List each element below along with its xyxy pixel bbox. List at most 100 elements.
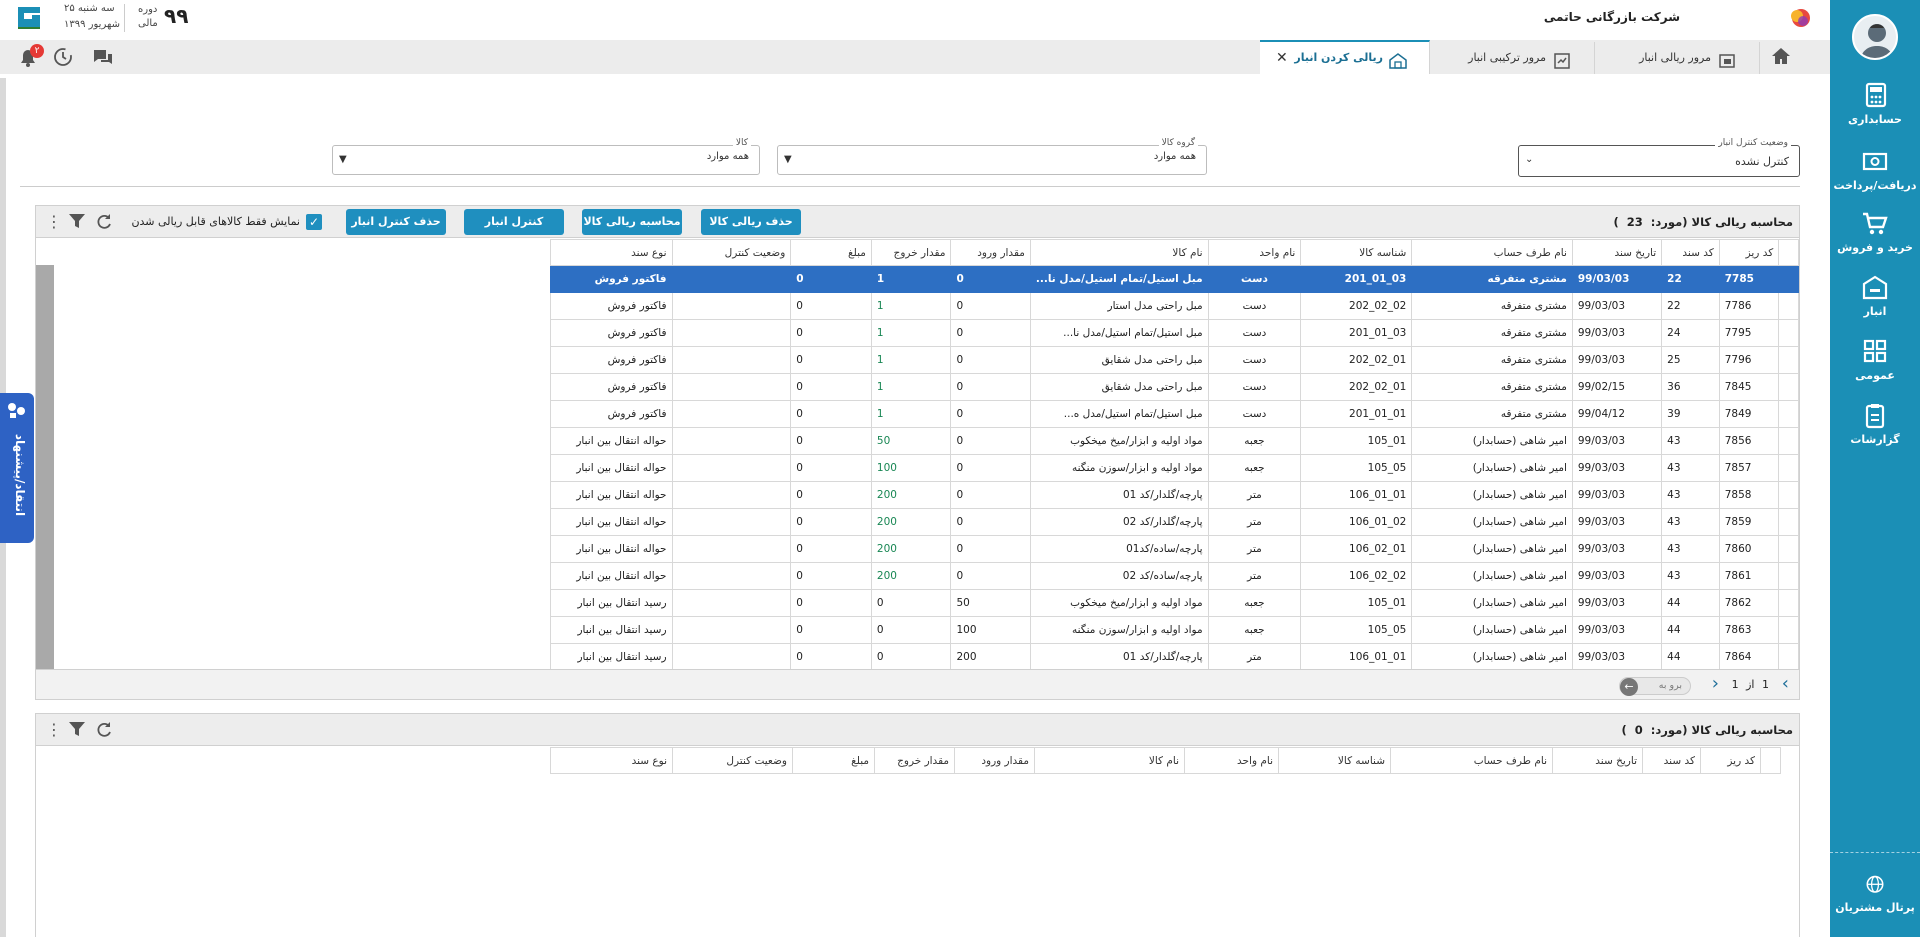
table-row[interactable]: 7863 44 99/03/03 امیر شاهی (حسابدار) 05_105 ج… (550, 616, 1799, 644)
sidebar-item-sales[interactable]: خرید و فروش (1830, 210, 1920, 254)
feedback-tab[interactable]: انتقاد/پیشنهاد (0, 393, 34, 543)
table-cell: متر (1207, 562, 1302, 590)
table-cell: 1 (870, 373, 952, 401)
period-weekday: سه شنبه ۲۵ (64, 3, 115, 14)
table-cell: دست (1207, 265, 1302, 293)
col-header[interactable]: کد سند (1661, 239, 1720, 266)
table-cell: پارچه/گلدار/کد 01 (1029, 481, 1209, 509)
col-header[interactable]: نوع سند (550, 747, 673, 774)
col-header[interactable]: نام واحد (1207, 239, 1302, 266)
sidebar-item-payments[interactable]: دریافت/پرداخت (1830, 148, 1920, 192)
col-header[interactable]: نام واحد (1184, 747, 1279, 774)
col-header[interactable]: کد ریز (1718, 239, 1780, 266)
control-status-select[interactable]: وضعیت کنترل انبار کنترل نشده ⌄ (1518, 138, 1800, 177)
table-header-row: کد ریز کد سند تاریخ سند نام طرف حساب شنا… (550, 239, 1799, 266)
more-vertical-icon[interactable]: ⋮ (44, 720, 64, 740)
sidebar-item-warehouse[interactable]: انبار (1830, 274, 1920, 318)
sidebar-item-accounting[interactable]: حسابداری (1830, 82, 1920, 126)
table-row[interactable]: 7845 36 99/02/15 مشتری متفرقه 01_02_202 دست مب… (550, 373, 1799, 401)
panel-toolbar: محاسبه ریالی کالا (مورد: 0 ) ⋮ (36, 714, 1799, 746)
item-group-select[interactable]: گروه کالا همه موارد ▼ (777, 138, 1207, 175)
delete-control-button[interactable]: حذف کنترل انبار (346, 209, 446, 235)
sidebar-item-reports[interactable]: گزارشات (1830, 402, 1920, 446)
tab-rial-review[interactable]: مرور ریالی انبار (1595, 42, 1760, 74)
col-header[interactable]: وضعیت کنترل (671, 239, 792, 266)
cart-icon (1863, 212, 1888, 235)
more-vertical-icon[interactable]: ⋮ (44, 212, 64, 232)
row-gutter (1778, 319, 1799, 347)
table-row[interactable]: 7859 43 99/03/03 امیر شاهی (حسابدار) 02_01_1… (550, 508, 1799, 536)
col-header[interactable]: نام کالا (1034, 747, 1185, 774)
grid-scrollbar[interactable] (36, 265, 54, 669)
table-row[interactable]: 7861 43 99/03/03 امیر شاهی (حسابدار) 02_02_1… (550, 562, 1799, 590)
prev-page-icon[interactable]: › (1712, 673, 1719, 694)
col-header[interactable]: شناسه کالا (1300, 239, 1413, 266)
col-header[interactable]: نوع سند (550, 239, 673, 266)
col-header[interactable]: مقدار خروج (870, 239, 952, 266)
col-header[interactable]: نام طرف حساب (1411, 239, 1573, 266)
table-cell: امیر شاهی (حسابدار) (1411, 535, 1573, 563)
panel-count: 23 (1626, 215, 1643, 229)
checkbox-label: نمایش فقط کالاهای قابل ریالی شدن (131, 215, 300, 228)
table-row[interactable]: 7849 39 99/04/12 مشتری متفرقه 01_01_201 دست مب… (550, 400, 1799, 428)
refresh-icon[interactable] (94, 212, 114, 232)
item-select[interactable]: کالا همه موارد ▼ (332, 138, 760, 175)
home-icon[interactable] (1770, 46, 1798, 70)
calc-rial-button[interactable]: محاسبه ریالی کالا (582, 209, 682, 235)
period-year[interactable]: ۹۹ (164, 4, 188, 28)
chat-icon[interactable] (92, 48, 114, 68)
arrow-left-icon[interactable]: ← (1620, 678, 1638, 696)
table-cell: حواله انتقال بین انبار (550, 427, 673, 455)
table-row[interactable]: 7862 44 99/03/03 امیر شاهی (حسابدار) 01_105 ج… (550, 589, 1799, 617)
table-cell (671, 616, 792, 644)
refresh-icon[interactable] (94, 720, 114, 740)
col-header[interactable]: کد سند (1642, 747, 1701, 774)
table-cell: 05_105 (1300, 454, 1413, 482)
table-row[interactable]: 7796 25 99/03/03 مشتری متفرقه 01_02_202 دست مب… (550, 346, 1799, 374)
table-cell: متر (1207, 535, 1302, 563)
table-row[interactable]: 7856 43 99/03/03 امیر شاهی (حسابدار) 01_105 ج… (550, 427, 1799, 455)
next-page-icon[interactable]: ‹ (1782, 673, 1789, 694)
sidebar-item-general[interactable]: عمومی (1830, 338, 1920, 382)
table-row[interactable]: 7795 24 99/03/03 مشتری متفرقه 03_01_201 دست مب… (550, 319, 1799, 347)
tab-rial-warehouse[interactable]: ریالی کردن انبار ✕ (1260, 40, 1430, 74)
table-row[interactable]: 7786 22 99/03/03 مشتری متفرقه 02_02_202 دست مب… (550, 292, 1799, 320)
row-gutter (1778, 346, 1799, 374)
warehouse-control-button[interactable]: کنترل انبار (464, 209, 564, 235)
filter-icon[interactable] (68, 720, 88, 740)
table-cell (671, 265, 792, 293)
col-header[interactable]: مبلغ (792, 747, 875, 774)
col-header[interactable]: مقدار خروج (874, 747, 955, 774)
filter-icon[interactable] (68, 212, 88, 232)
table-cell: 7796 (1718, 346, 1780, 374)
table-cell: 0 (790, 292, 872, 320)
col-header[interactable]: شناسه کالا (1278, 747, 1391, 774)
sidebar-item-portal[interactable]: پرتال مشتریان (1830, 874, 1920, 914)
table-row[interactable]: 7785 22 99/03/03 مشتری متفرقه 03_01_201 دست مب… (550, 265, 1799, 293)
history-icon[interactable] (52, 46, 74, 68)
close-icon[interactable]: ✕ (1276, 42, 1288, 74)
col-header[interactable]: کد ریز (1700, 747, 1761, 774)
col-header[interactable]: مبلغ (790, 239, 872, 266)
delete-rial-button[interactable]: حذف ریالی کالا (701, 209, 801, 235)
table-cell: 7858 (1718, 481, 1780, 509)
rialable-only-checkbox[interactable]: ✓ (306, 214, 322, 230)
tab-combined-review[interactable]: مرور ترکیبی انبار (1430, 42, 1595, 74)
goto-page-input[interactable]: برو به ← (1619, 677, 1691, 696)
rial-calc-panel: محاسبه ریالی کالا (مورد: 23 ) حذف ریالی … (35, 205, 1800, 700)
table-cell: 0 (950, 292, 1031, 320)
table-cell: 01_105 (1300, 427, 1413, 455)
table-row[interactable]: 7858 43 99/03/03 امیر شاهی (حسابدار) 01_01_1… (550, 481, 1799, 509)
col-header[interactable]: تاریخ سند (1552, 747, 1643, 774)
col-header[interactable]: تاریخ سند (1571, 239, 1663, 266)
avatar[interactable] (1852, 14, 1898, 60)
table-row[interactable]: 7857 43 99/03/03 امیر شاهی (حسابدار) 05_105 ج… (550, 454, 1799, 482)
row-gutter (1760, 747, 1781, 774)
col-header[interactable]: وضعیت کنترل (672, 747, 793, 774)
col-header[interactable]: نام کالا (1029, 239, 1209, 266)
col-header[interactable]: نام طرف حساب (1390, 747, 1553, 774)
table-row[interactable]: 7860 43 99/03/03 امیر شاهی (حسابدار) 01_02_1… (550, 535, 1799, 563)
table-row[interactable]: 7864 44 99/03/03 امیر شاهی (حسابدار) 01_01_1… (550, 643, 1799, 671)
col-header[interactable]: مقدار ورود (950, 239, 1031, 266)
col-header[interactable]: مقدار ورود (954, 747, 1035, 774)
